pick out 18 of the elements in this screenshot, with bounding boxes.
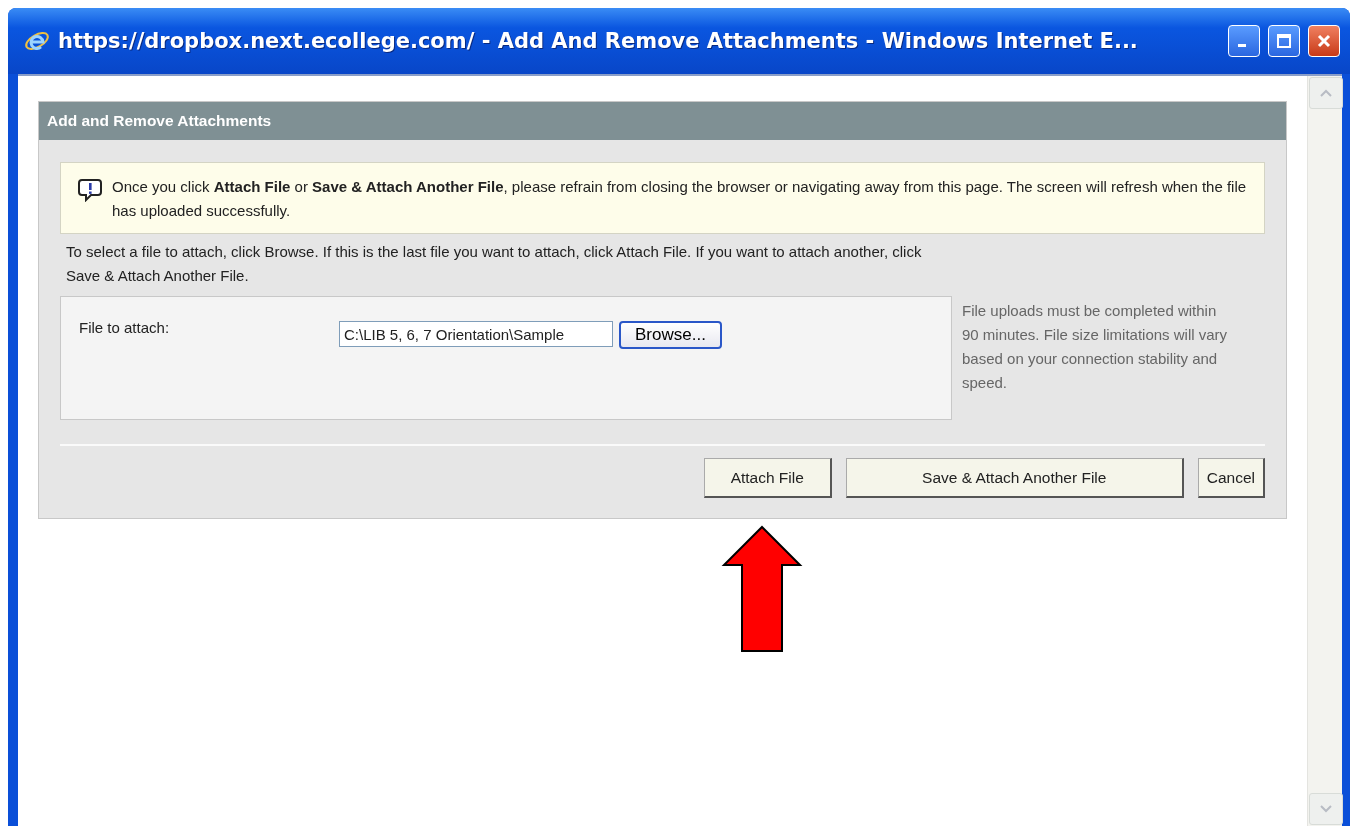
upload-note: File uploads must be completed within 90 minutes. File size limitations will vary based on your connection stability and speed. [962,301,1229,393]
file-path-field[interactable]: C:\LIB 5, 6, 7 Orientation\Sample [339,321,613,347]
save-attach-another-button[interactable]: Save & Attach Another File [845,458,1184,498]
browse-button[interactable]: Browse... [619,321,722,349]
minimize-button[interactable] [1228,25,1260,57]
notice-text: Once you click Attach File or Save & Attach Another File, please refrain from closing the browser or navigating away from this page. The screen will refresh when the file has uploaded successfully. [112,177,1248,221]
maximize-icon [1276,33,1292,49]
cancel-button[interactable]: Cancel [1197,458,1265,498]
attach-file-button[interactable]: Attach File [703,458,832,498]
alert-icon [77,178,103,202]
minimize-icon [1238,43,1246,47]
file-label: File to attach: [79,318,171,338]
panel-title: Add and Remove Attachments [39,102,1286,140]
close-button[interactable] [1308,25,1340,57]
close-icon [1316,33,1332,49]
maximize-button[interactable] [1268,25,1300,57]
instructions-text: To select a file to attach, click Browse. If this is the last file you want to attach, click Attach File. If you want to attach another, click Save & Attach Another File. [65,242,923,286]
window-title: https://dropbox.next.ecollege.com/ - Add And Remove Attachments - Windows Internet E... [58,29,1139,53]
